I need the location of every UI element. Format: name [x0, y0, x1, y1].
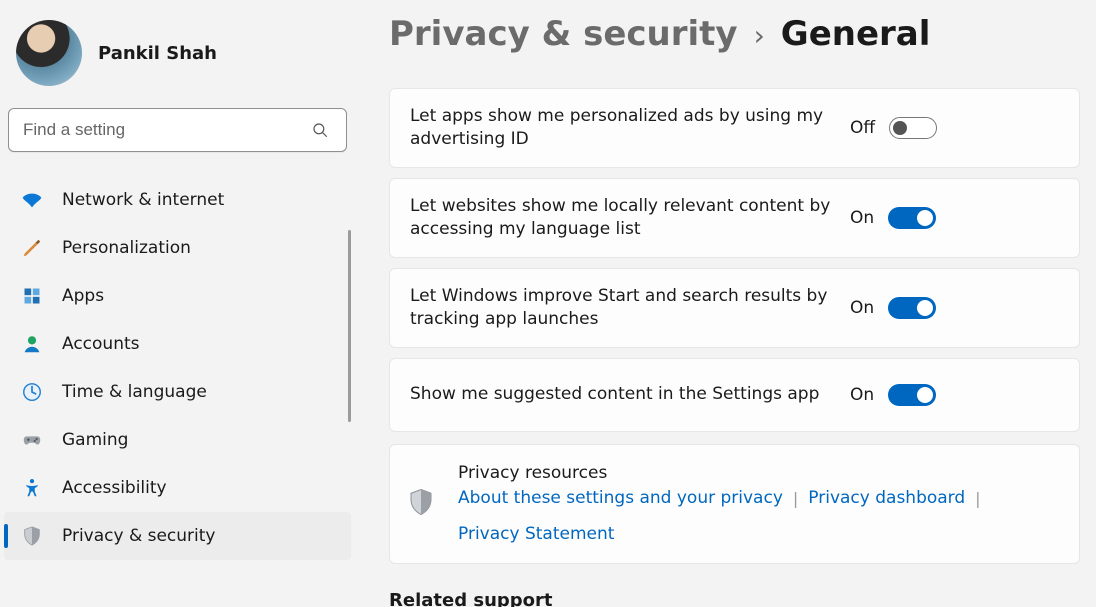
sidebar-item-label: Time & language	[62, 382, 207, 402]
sidebar-item-label: Personalization	[62, 238, 191, 258]
related-support-heading: Related support	[389, 590, 1080, 607]
sidebar: Pankil Shah Network & internet Personali…	[0, 0, 355, 607]
toggle-switch[interactable]	[889, 117, 937, 139]
breadcrumb-current: General	[781, 14, 931, 54]
setting-text: Let Windows improve Start and search res…	[410, 285, 850, 331]
shield-icon	[20, 524, 44, 548]
gamepad-icon	[20, 428, 44, 452]
setting-state: On	[850, 297, 936, 319]
resource-links: About these settings and your privacy | …	[458, 486, 1059, 547]
resource-texts: Privacy resources About these settings a…	[458, 461, 1059, 548]
breadcrumb: Privacy & security › General	[389, 14, 1080, 54]
toggle-label: On	[850, 385, 874, 405]
privacy-resources-card: Privacy resources About these settings a…	[389, 444, 1080, 565]
avatar	[16, 20, 82, 86]
setting-state: On	[850, 207, 936, 229]
search-box[interactable]	[8, 108, 347, 152]
sidebar-item-label: Gaming	[62, 430, 128, 450]
sidebar-item-personalization[interactable]: Personalization	[4, 224, 351, 272]
apps-icon	[20, 284, 44, 308]
sidebar-item-apps[interactable]: Apps	[4, 272, 351, 320]
setting-text: Let websites show me locally relevant co…	[410, 195, 850, 241]
clock-globe-icon	[20, 380, 44, 404]
search-icon	[308, 118, 332, 142]
accessibility-icon	[20, 476, 44, 500]
resource-title: Privacy resources	[458, 461, 1059, 487]
search-input[interactable]	[23, 120, 308, 140]
toggle-label: On	[850, 208, 874, 228]
sidebar-item-accessibility[interactable]: Accessibility	[4, 464, 351, 512]
person-icon	[20, 332, 44, 356]
sidebar-item-privacy-security[interactable]: Privacy & security	[4, 512, 351, 560]
separator: |	[793, 487, 798, 511]
link-about-settings-privacy[interactable]: About these settings and your privacy	[458, 486, 783, 512]
sidebar-item-label: Privacy & security	[62, 526, 216, 546]
setting-app-launches: Let Windows improve Start and search res…	[389, 268, 1080, 348]
sidebar-item-label: Apps	[62, 286, 104, 306]
toggle-switch[interactable]	[888, 207, 936, 229]
toggle-label: On	[850, 298, 874, 318]
setting-state: Off	[850, 117, 937, 139]
link-privacy-dashboard[interactable]: Privacy dashboard	[808, 486, 965, 512]
sidebar-item-network[interactable]: Network & internet	[4, 176, 351, 224]
sidebar-item-label: Network & internet	[62, 190, 224, 210]
setting-text: Let apps show me personalized ads by usi…	[410, 105, 850, 151]
paintbrush-icon	[20, 236, 44, 260]
sidebar-item-label: Accounts	[62, 334, 140, 354]
shield-icon	[406, 487, 436, 521]
setting-suggested-content: Show me suggested content in the Setting…	[389, 358, 1080, 432]
chevron-right-icon: ›	[754, 19, 765, 52]
toggle-label: Off	[850, 118, 875, 138]
sidebar-item-label: Accessibility	[62, 478, 167, 498]
wifi-icon	[20, 188, 44, 212]
sidebar-nav: Network & internet Personalization Apps …	[4, 176, 351, 560]
profile-row[interactable]: Pankil Shah	[4, 14, 351, 100]
setting-state: On	[850, 384, 936, 406]
sidebar-item-time-language[interactable]: Time & language	[4, 368, 351, 416]
setting-text: Show me suggested content in the Setting…	[410, 383, 850, 406]
sidebar-item-accounts[interactable]: Accounts	[4, 320, 351, 368]
link-privacy-statement[interactable]: Privacy Statement	[458, 522, 614, 548]
main-content: Privacy & security › General Let apps sh…	[355, 0, 1096, 607]
breadcrumb-parent[interactable]: Privacy & security	[389, 14, 738, 54]
setting-language-list: Let websites show me locally relevant co…	[389, 178, 1080, 258]
profile-name: Pankil Shah	[98, 43, 217, 64]
toggle-switch[interactable]	[888, 384, 936, 406]
sidebar-item-gaming[interactable]: Gaming	[4, 416, 351, 464]
setting-ads-id: Let apps show me personalized ads by usi…	[389, 88, 1080, 168]
toggle-switch[interactable]	[888, 297, 936, 319]
separator: |	[975, 487, 980, 511]
